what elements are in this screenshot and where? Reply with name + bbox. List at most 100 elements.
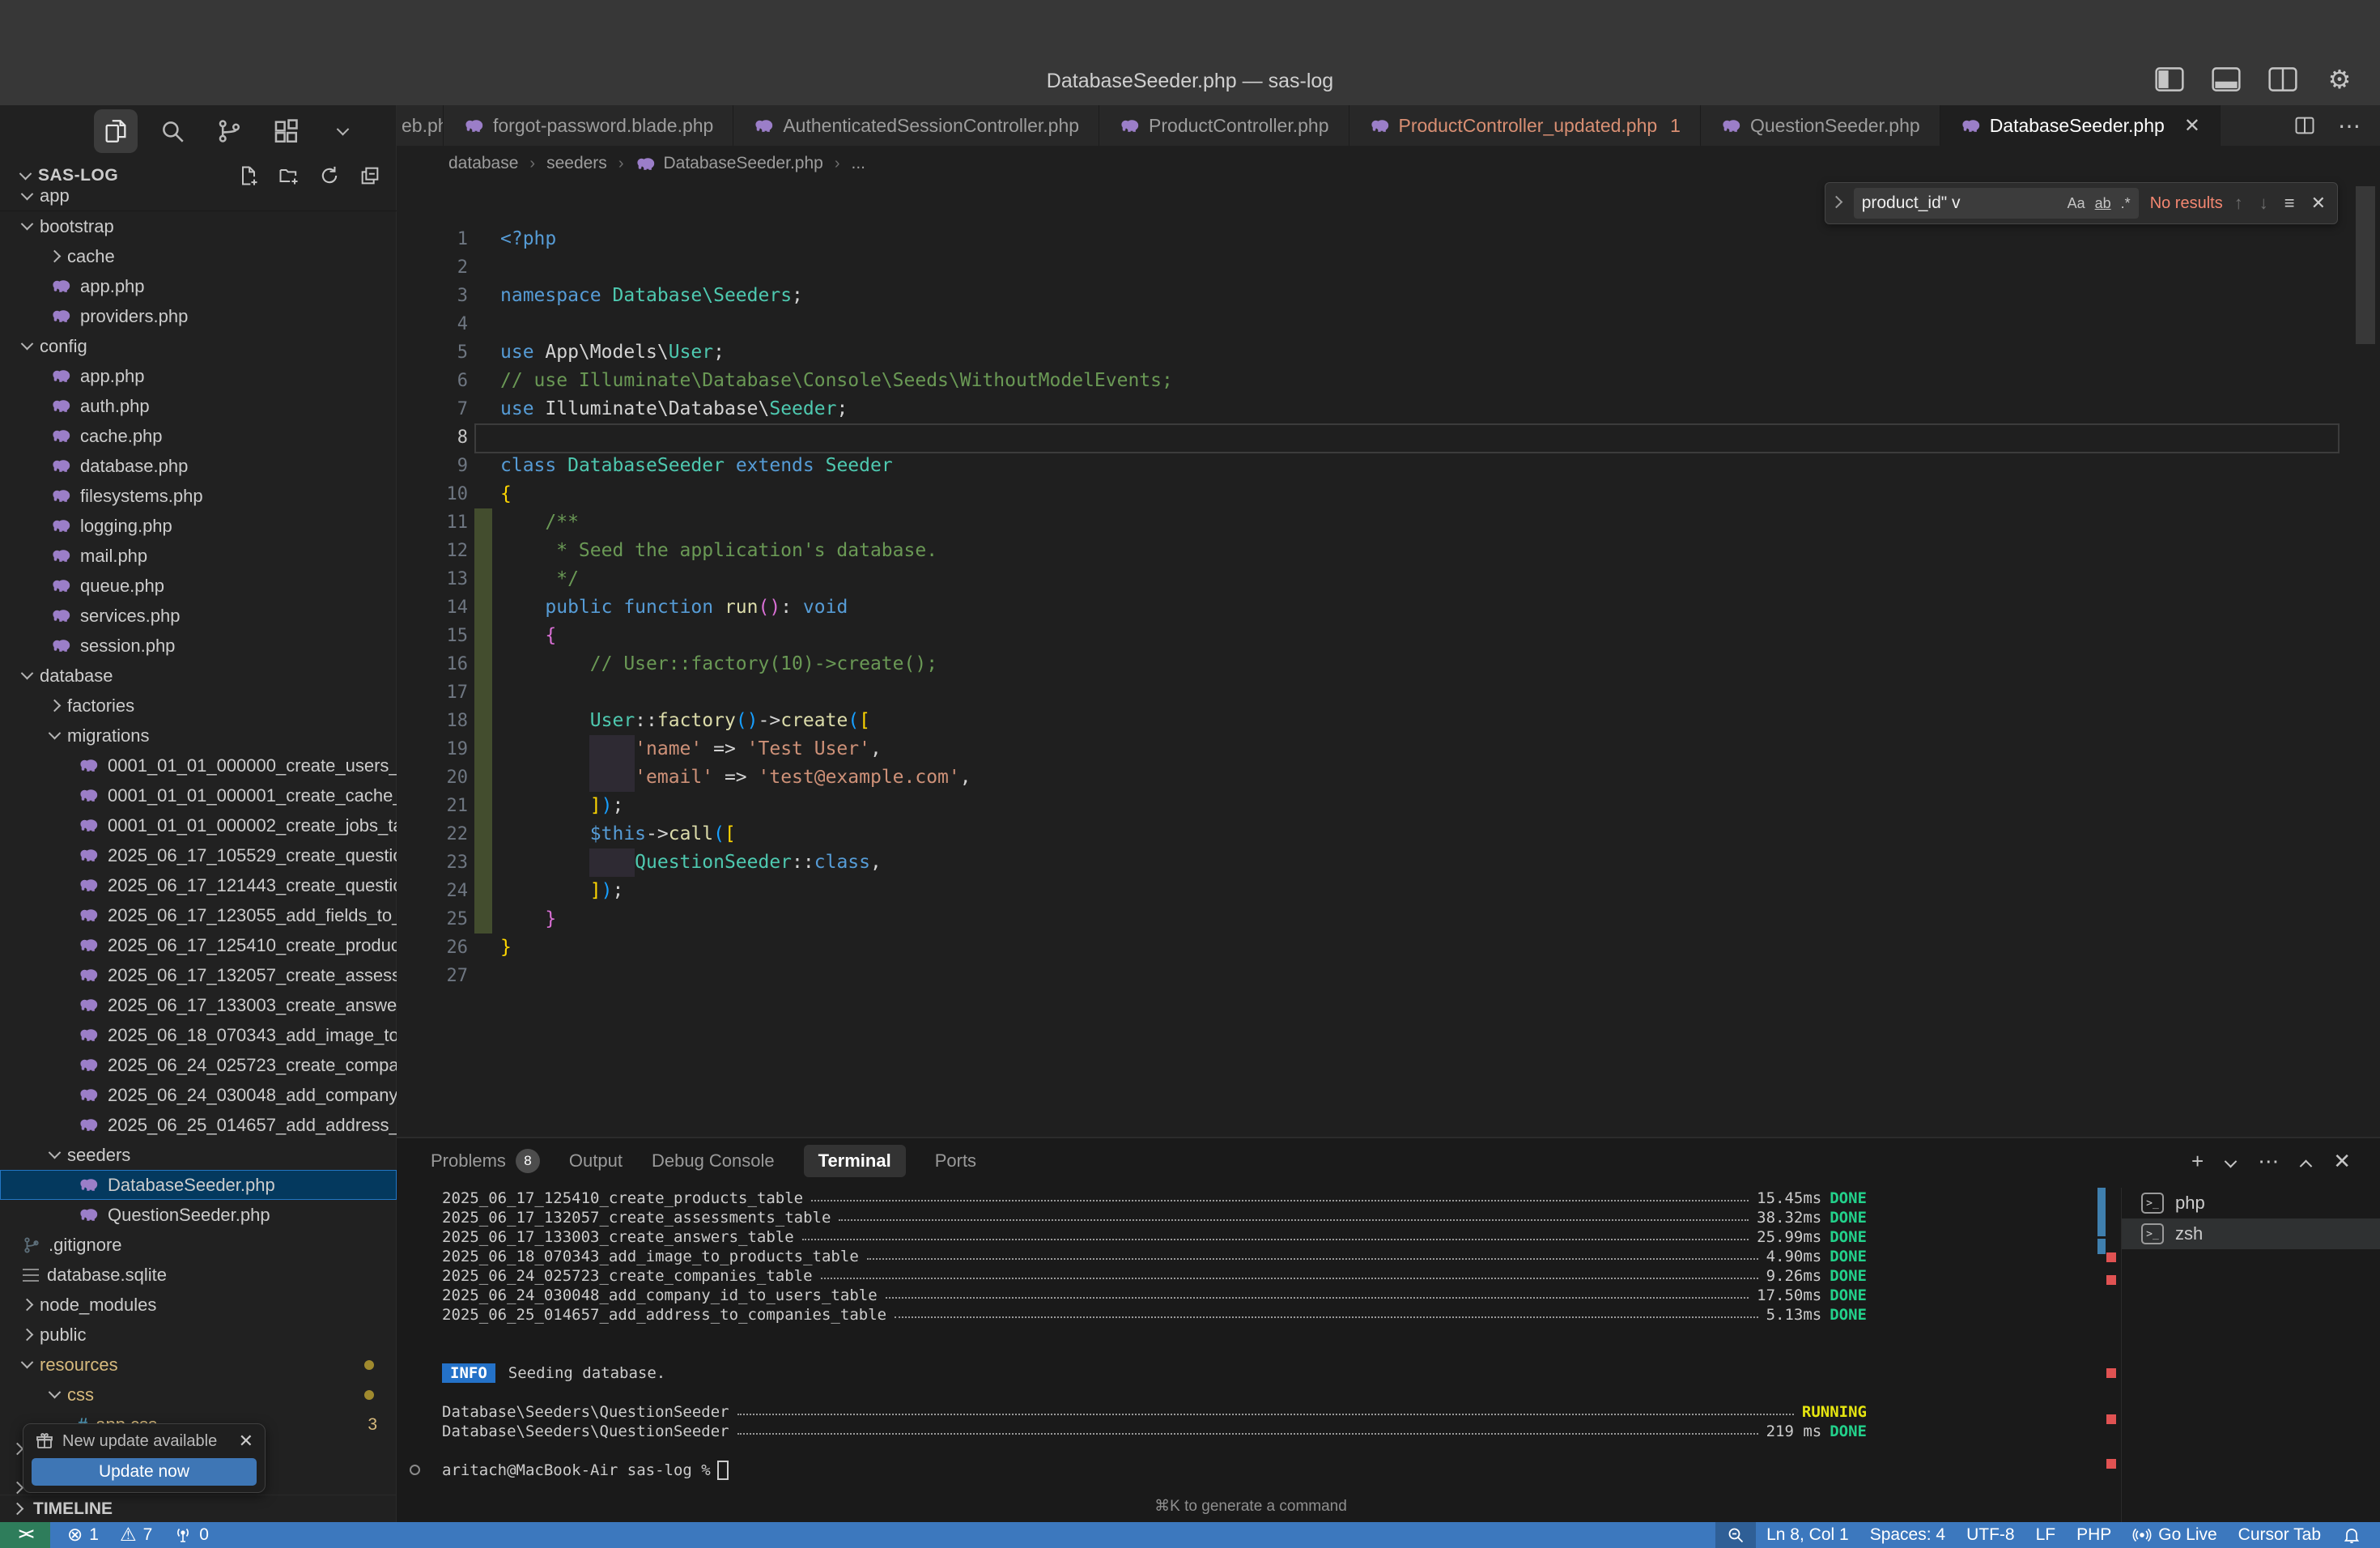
tree-folder-bootstrap[interactable]: bootstrap <box>0 211 397 241</box>
code-editor[interactable]: 1<?php23namespace Database\Seeders;45use… <box>397 181 2380 1137</box>
code-line[interactable]: 26} <box>397 933 2380 962</box>
code-line[interactable]: 13 */ <box>397 565 2380 593</box>
code-line[interactable]: 18 User::factory()->create([ <box>397 707 2380 735</box>
search-status[interactable] <box>1715 1522 1756 1548</box>
editor-scrollbar[interactable] <box>2356 186 2375 344</box>
cursor-tab[interactable]: Cursor Tab <box>2228 1522 2331 1548</box>
update-now-button[interactable]: Update now <box>32 1458 257 1486</box>
close-panel-icon[interactable]: ✕ <box>2333 1149 2351 1174</box>
tree-folder-config[interactable]: config <box>0 331 397 361</box>
code-line[interactable]: 16 // User::factory(10)->create(); <box>397 650 2380 678</box>
cursor-position[interactable]: Ln 8, Col 1 <box>1756 1522 1859 1548</box>
tree-folder-css[interactable]: css <box>0 1380 397 1410</box>
code-line[interactable]: 4 <box>397 310 2380 338</box>
match-case-icon[interactable]: Aa <box>2068 195 2085 212</box>
tree-file-app.php[interactable]: app.php <box>0 361 397 391</box>
tree-folder-app[interactable]: app <box>0 181 397 211</box>
code-line[interactable]: 25 } <box>397 905 2380 933</box>
tab-ProductController_updated.php[interactable]: ProductController_updated.php1 <box>1349 105 1701 146</box>
tree-file-2025_06_18_070343_add_image_to_...[interactable]: 2025_06_18_070343_add_image_to_... <box>0 1020 397 1050</box>
code-line[interactable]: 11 /** <box>397 508 2380 537</box>
tree-file-providers.php[interactable]: providers.php <box>0 301 397 331</box>
tree-file-queue.php[interactable]: queue.php <box>0 571 397 601</box>
tab-QuestionSeeder.php[interactable]: QuestionSeeder.php <box>1701 105 1940 146</box>
breadcrumb-item[interactable]: DatabaseSeeder.php <box>635 153 822 175</box>
panel-tab-debug-console[interactable]: Debug Console <box>652 1150 775 1172</box>
go-live[interactable]: Go Live <box>2122 1522 2227 1548</box>
source-control-icon[interactable] <box>207 109 251 153</box>
code-line[interactable]: 7use Illuminate\Database\Seeder; <box>397 395 2380 423</box>
panel-tab-ports[interactable]: Ports <box>935 1150 976 1172</box>
code-line[interactable]: 14 public function run(): void <box>397 593 2380 622</box>
errors-indicator[interactable]: ⊗1 <box>57 1522 109 1548</box>
code-line[interactable]: 22 $this->call([ <box>397 820 2380 848</box>
tree-file-filesystems.php[interactable]: filesystems.php <box>0 481 397 511</box>
extensions-icon[interactable] <box>264 109 308 153</box>
tree-file-2025_06_17_132057_create_assessme...[interactable]: 2025_06_17_132057_create_assessme... <box>0 960 397 990</box>
chevron-down-icon[interactable] <box>19 167 32 180</box>
tree-folder-resources[interactable]: resources <box>0 1350 397 1380</box>
terminal-session-zsh[interactable]: >_zsh <box>2122 1218 2380 1249</box>
search-icon[interactable] <box>151 109 194 153</box>
maximize-panel-icon[interactable] <box>2301 1149 2310 1174</box>
terminal-session-php[interactable]: >_php <box>2122 1188 2380 1218</box>
tree-folder-node_modules[interactable]: node_modules <box>0 1290 397 1320</box>
breadcrumb-item[interactable]: seeders <box>546 154 607 173</box>
breadcrumb-item[interactable]: database <box>448 154 518 173</box>
scrollbar-thumb[interactable] <box>2097 1188 2106 1236</box>
next-match-icon[interactable]: ↓ <box>2259 193 2268 214</box>
code-line[interactable]: 5use App\Models\User; <box>397 338 2380 367</box>
tree-file-logging.php[interactable]: logging.php <box>0 511 397 541</box>
regex-icon[interactable]: .* <box>2121 195 2131 212</box>
code-line[interactable]: 23 QuestionSeeder::class, <box>397 848 2380 877</box>
code-line[interactable]: 2 <box>397 253 2380 282</box>
tree-file-services.php[interactable]: services.php <box>0 601 397 631</box>
split-editor-icon[interactable] <box>2293 114 2317 137</box>
code-line[interactable]: 19 'name' => 'Test User', <box>397 735 2380 763</box>
panel-tab-problems[interactable]: Problems8 <box>431 1149 540 1173</box>
tree-file-2025_06_17_133003_create_answers_...[interactable]: 2025_06_17_133003_create_answers_... <box>0 990 397 1020</box>
tree-file-0001_01_01_000000_create_users_ta...[interactable]: 0001_01_01_000000_create_users_ta... <box>0 751 397 780</box>
layout-panel-icon[interactable] <box>2210 65 2242 94</box>
prev-match-icon[interactable]: ↑ <box>2234 193 2243 214</box>
layout-sidebar-right-icon[interactable] <box>2267 65 2299 94</box>
tree-file-database.sqlite[interactable]: database.sqlite <box>0 1260 397 1290</box>
close-icon[interactable]: ✕ <box>2184 114 2200 138</box>
terminal-output[interactable]: 2025_06_17_125410_create_products_table1… <box>442 1189 1867 1480</box>
collapsed-section-chevron[interactable] <box>13 1482 22 1496</box>
tree-file-0001_01_01_000002_create_jobs_tab...[interactable]: 0001_01_01_000002_create_jobs_tab... <box>0 810 397 840</box>
tab-eb.php[interactable]: eb.php <box>397 105 444 146</box>
tree-folder-public[interactable]: public <box>0 1320 397 1350</box>
code-line[interactable]: 12 * Seed the application's database. <box>397 537 2380 565</box>
code-line[interactable]: 6// use Illuminate\Database\Console\Seed… <box>397 367 2380 395</box>
tree-folder-factories[interactable]: factories <box>0 691 397 721</box>
panel-tab-terminal[interactable]: Terminal <box>804 1145 906 1177</box>
tree-file-QuestionSeeder.php[interactable]: QuestionSeeder.php <box>0 1200 397 1230</box>
remote-indicator[interactable]: >< <box>0 1522 50 1548</box>
tree-file-2025_06_24_025723_create_compan...[interactable]: 2025_06_24_025723_create_compan... <box>0 1050 397 1080</box>
code-line[interactable]: 17 <box>397 678 2380 707</box>
tree-file-app.php[interactable]: app.php <box>0 271 397 301</box>
collapsed-section-chevron[interactable] <box>13 1443 22 1457</box>
warnings-indicator[interactable]: ⚠7 <box>109 1522 163 1548</box>
code-line[interactable]: 20 'email' => 'test@example.com', <box>397 763 2380 792</box>
tree-file-database.php[interactable]: database.php <box>0 451 397 481</box>
settings-gear-icon[interactable]: ⚙ <box>2323 65 2356 94</box>
find-input[interactable]: product_id" v Aaab.* <box>1854 188 2139 219</box>
indentation[interactable]: Spaces: 4 <box>1859 1522 1956 1548</box>
toggle-replace-chevron-icon[interactable] <box>1832 196 1841 211</box>
chevron-down-icon[interactable] <box>321 109 364 153</box>
code-line[interactable]: 1<?php <box>397 225 2380 253</box>
tree-file-auth.php[interactable]: auth.php <box>0 391 397 421</box>
tree-file-2025_06_17_125410_create_products...[interactable]: 2025_06_17_125410_create_products... <box>0 930 397 960</box>
code-line[interactable]: 27 <box>397 962 2380 990</box>
ports-indicator[interactable]: 0 <box>163 1522 219 1548</box>
eol[interactable]: LF <box>2025 1522 2067 1548</box>
close-icon[interactable]: ✕ <box>2311 193 2326 214</box>
code-line[interactable]: 3namespace Database\Seeders; <box>397 282 2380 310</box>
tree-file-2025_06_17_123055_add_fields_to_u...[interactable]: 2025_06_17_123055_add_fields_to_u... <box>0 900 397 930</box>
close-icon[interactable]: ✕ <box>239 1431 253 1452</box>
code-line[interactable]: 8 <box>397 423 2380 452</box>
more-actions-icon[interactable]: ⋯ <box>2258 1149 2279 1174</box>
code-line[interactable]: 9class DatabaseSeeder extends Seeder <box>397 452 2380 480</box>
